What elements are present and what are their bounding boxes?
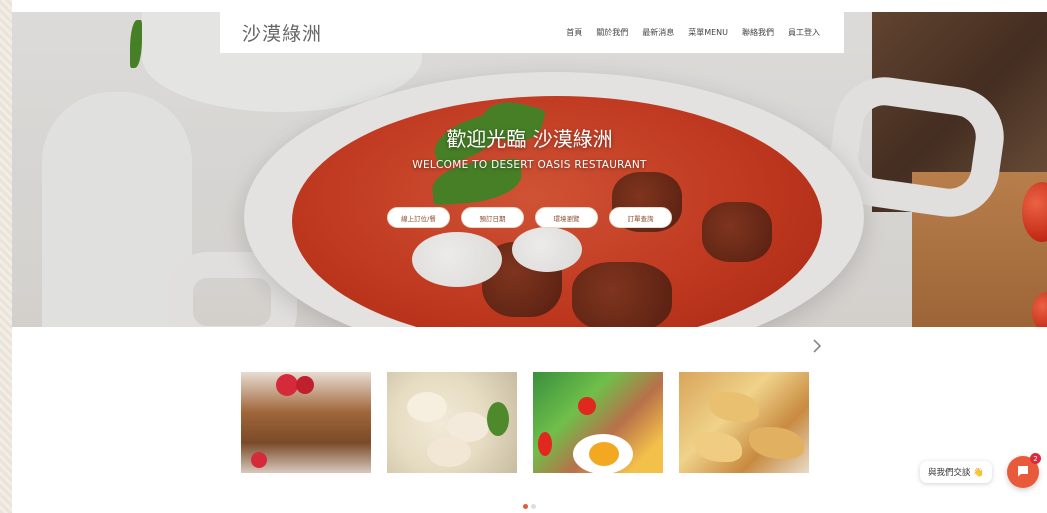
tomato-decoration xyxy=(538,432,552,456)
egg-yolk-decoration xyxy=(589,442,619,466)
raspberry-decoration xyxy=(276,374,298,396)
carousel-card-dumplings[interactable] xyxy=(387,372,517,473)
chat-unread-badge: 2 xyxy=(1030,453,1041,464)
food-carousel xyxy=(241,372,809,473)
environment-tour-button[interactable]: 環境瀏覽 xyxy=(535,207,598,228)
nav-menu: 首頁 關於我們 最新消息 菜單MENU 聯絡我們 員工登入 xyxy=(566,27,820,38)
chevron-right-icon[interactable] xyxy=(812,338,822,357)
carousel-pagination xyxy=(12,504,1047,509)
tomato-decoration xyxy=(578,397,596,415)
herb-decoration xyxy=(487,402,509,436)
carousel-card-crepes[interactable] xyxy=(679,372,809,473)
raspberry-decoration xyxy=(251,452,267,468)
nav-item-menu[interactable]: 菜單MENU xyxy=(688,27,728,38)
nav-item-home[interactable]: 首頁 xyxy=(566,27,582,38)
crepe-decoration xyxy=(694,432,742,462)
hero-button-group: 線上訂位/餐 預訂日期 環境瀏覽 訂單查詢 xyxy=(12,207,1047,228)
carousel-dot[interactable] xyxy=(531,504,536,509)
dumpling-decoration xyxy=(427,437,471,467)
nav-item-staff-login[interactable]: 員工登入 xyxy=(788,27,820,38)
chat-bubble-icon xyxy=(1016,463,1030,482)
reserve-date-button[interactable]: 預訂日期 xyxy=(461,207,524,228)
page: 沙漠綠洲 首頁 關於我們 最新消息 菜單MENU 聯絡我們 員工登入 歡迎光臨 … xyxy=(12,0,1047,513)
top-navbar: 沙漠綠洲 首頁 關於我們 最新消息 菜單MENU 聯絡我們 員工登入 xyxy=(220,12,844,53)
crepe-decoration xyxy=(709,392,759,422)
online-booking-button[interactable]: 線上訂位/餐 xyxy=(387,207,450,228)
hero-subtitle: WELCOME TO DESERT OASIS RESTAURANT xyxy=(412,159,647,171)
nav-item-about[interactable]: 關於我們 xyxy=(596,27,628,38)
nav-item-news[interactable]: 最新消息 xyxy=(642,27,674,38)
hero-title: 歡迎光臨 沙漠綠洲 xyxy=(446,127,613,151)
carousel-dot-active[interactable] xyxy=(523,504,528,509)
carousel-card-egg-salad[interactable] xyxy=(533,372,663,473)
chat-prompt-label[interactable]: 與我們交談 👋 xyxy=(920,461,992,483)
raspberry-decoration xyxy=(296,376,314,394)
order-lookup-button[interactable]: 訂單查詢 xyxy=(609,207,672,228)
brand-logo[interactable]: 沙漠綠洲 xyxy=(242,19,322,46)
crepe-decoration xyxy=(749,427,804,459)
dumpling-decoration xyxy=(407,392,447,422)
nav-item-contact[interactable]: 聯絡我們 xyxy=(742,27,774,38)
page-side-texture-left xyxy=(0,0,12,513)
carousel-card-berry-bars[interactable] xyxy=(241,372,371,473)
